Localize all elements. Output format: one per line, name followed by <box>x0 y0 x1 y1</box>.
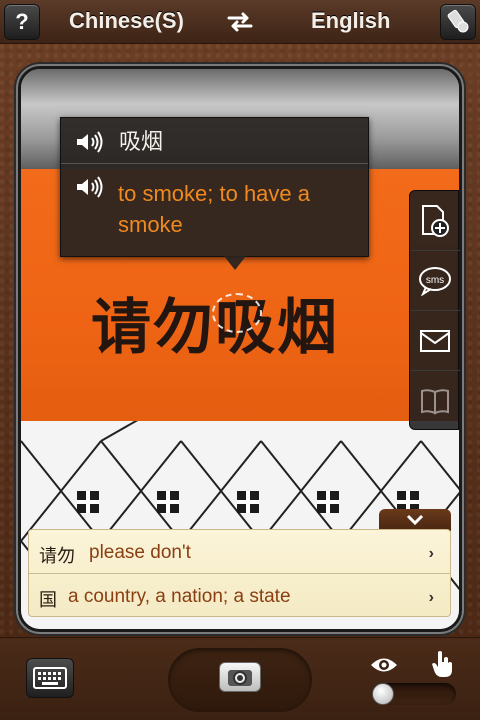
envelope-icon <box>420 329 450 352</box>
focus-reticle <box>212 293 262 333</box>
popup-definition: to smoke; to have a smoke <box>118 181 310 237</box>
list-item[interactable]: 国 a country, a nation; a state › <box>29 574 450 618</box>
speaker-icon[interactable] <box>75 131 105 153</box>
result-word: 请勿 <box>39 546 75 567</box>
chevron-down-icon <box>406 514 424 526</box>
top-bar: ? Chinese(S) English <box>0 0 480 44</box>
results-expand-handle[interactable] <box>379 509 451 531</box>
sms-label: sms <box>426 275 444 286</box>
result-definition: please don't <box>89 542 191 563</box>
list-item[interactable]: 请勿 please don't › <box>29 530 450 574</box>
chevron-right-icon: › <box>428 545 434 562</box>
add-document-icon <box>422 204 449 237</box>
speaker-icon[interactable] <box>75 176 105 198</box>
add-document-button[interactable] <box>410 191 460 251</box>
result-word: 国 <box>39 590 57 611</box>
keyboard-button[interactable] <box>26 658 74 698</box>
result-definition: a country, a nation; a state <box>68 586 291 607</box>
source-language-button[interactable]: Chinese(S) <box>69 8 184 34</box>
popup-word-row: 吸烟 <box>61 118 368 164</box>
popup-word: 吸烟 <box>119 130 164 155</box>
dictionary-button[interactable] <box>410 371 460 431</box>
camera-icon <box>228 670 252 686</box>
help-button[interactable]: ? <box>4 4 40 40</box>
sms-icon: sms <box>419 266 451 296</box>
sms-button[interactable]: sms <box>410 251 460 311</box>
shutter-button[interactable] <box>219 662 261 692</box>
eraser-icon <box>447 9 469 33</box>
book-icon <box>421 389 449 415</box>
action-sidebar: sms <box>409 190 460 431</box>
results-list: 请勿 please don't › 国 a country, a nation;… <box>28 529 451 617</box>
eye-icon <box>371 658 397 672</box>
swap-arrows-icon[interactable] <box>225 10 255 34</box>
chevron-right-icon: › <box>428 589 434 606</box>
mode-toggle-slider[interactable] <box>372 683 456 705</box>
translation-popup: 吸烟 to smoke; to have a smoke <box>60 117 369 257</box>
keyboard-icon <box>33 667 67 689</box>
popup-pointer <box>224 256 246 270</box>
email-button[interactable] <box>410 311 460 371</box>
mode-toggle-knob[interactable] <box>372 683 394 705</box>
eraser-button[interactable] <box>440 4 476 40</box>
hand-pointer-icon <box>432 651 452 677</box>
target-language-button[interactable]: English <box>311 8 390 34</box>
